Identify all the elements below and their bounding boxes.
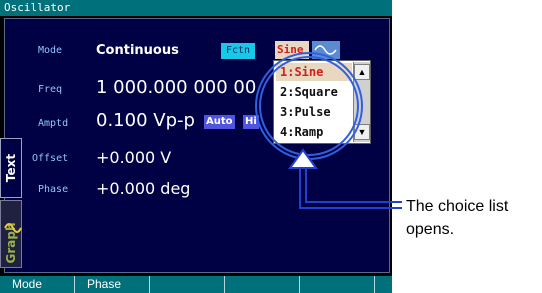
- callout-text: The choice list opens.: [406, 195, 542, 241]
- softkey-6[interactable]: [375, 276, 392, 293]
- fctn-button[interactable]: Fctn: [221, 43, 255, 59]
- window-title: Oscillator: [0, 0, 392, 16]
- softkey-4[interactable]: [225, 276, 300, 293]
- softkey-mode[interactable]: Mode: [0, 276, 75, 293]
- freq-value[interactable]: 1 000.000 000 00: [96, 77, 256, 98]
- mode-value[interactable]: Continuous: [96, 43, 179, 58]
- graph-wave-icon: [4, 223, 22, 233]
- highlight-circle: [255, 52, 363, 160]
- offset-value[interactable]: +0.000 V: [96, 148, 171, 167]
- callout-line-2: opens.: [406, 221, 455, 238]
- mode-label: Mode: [38, 45, 63, 56]
- amptd-value[interactable]: 0.100 Vp-p: [96, 110, 195, 131]
- tab-text[interactable]: Text: [0, 138, 22, 198]
- softkey-phase[interactable]: Phase: [75, 276, 150, 293]
- scroll-up-icon[interactable]: ▲: [354, 64, 370, 80]
- phase-label: Phase: [38, 184, 69, 195]
- oscillator-screen: Oscillator Text Graph Mode Continuous Fc…: [0, 0, 392, 293]
- softkey-3[interactable]: [150, 276, 225, 293]
- phase-value[interactable]: +0.000 deg: [96, 179, 190, 198]
- auto-range-badge[interactable]: Auto: [204, 115, 235, 129]
- offset-label: Offset: [32, 153, 69, 164]
- tab-text-label: Text: [4, 153, 18, 183]
- amptd-label: Amptd: [38, 118, 69, 129]
- softkey-bar: Mode Phase: [0, 276, 392, 293]
- callout-line-1: The choice list: [406, 198, 509, 215]
- softkey-5[interactable]: [300, 276, 375, 293]
- freq-label: Freq: [38, 84, 63, 95]
